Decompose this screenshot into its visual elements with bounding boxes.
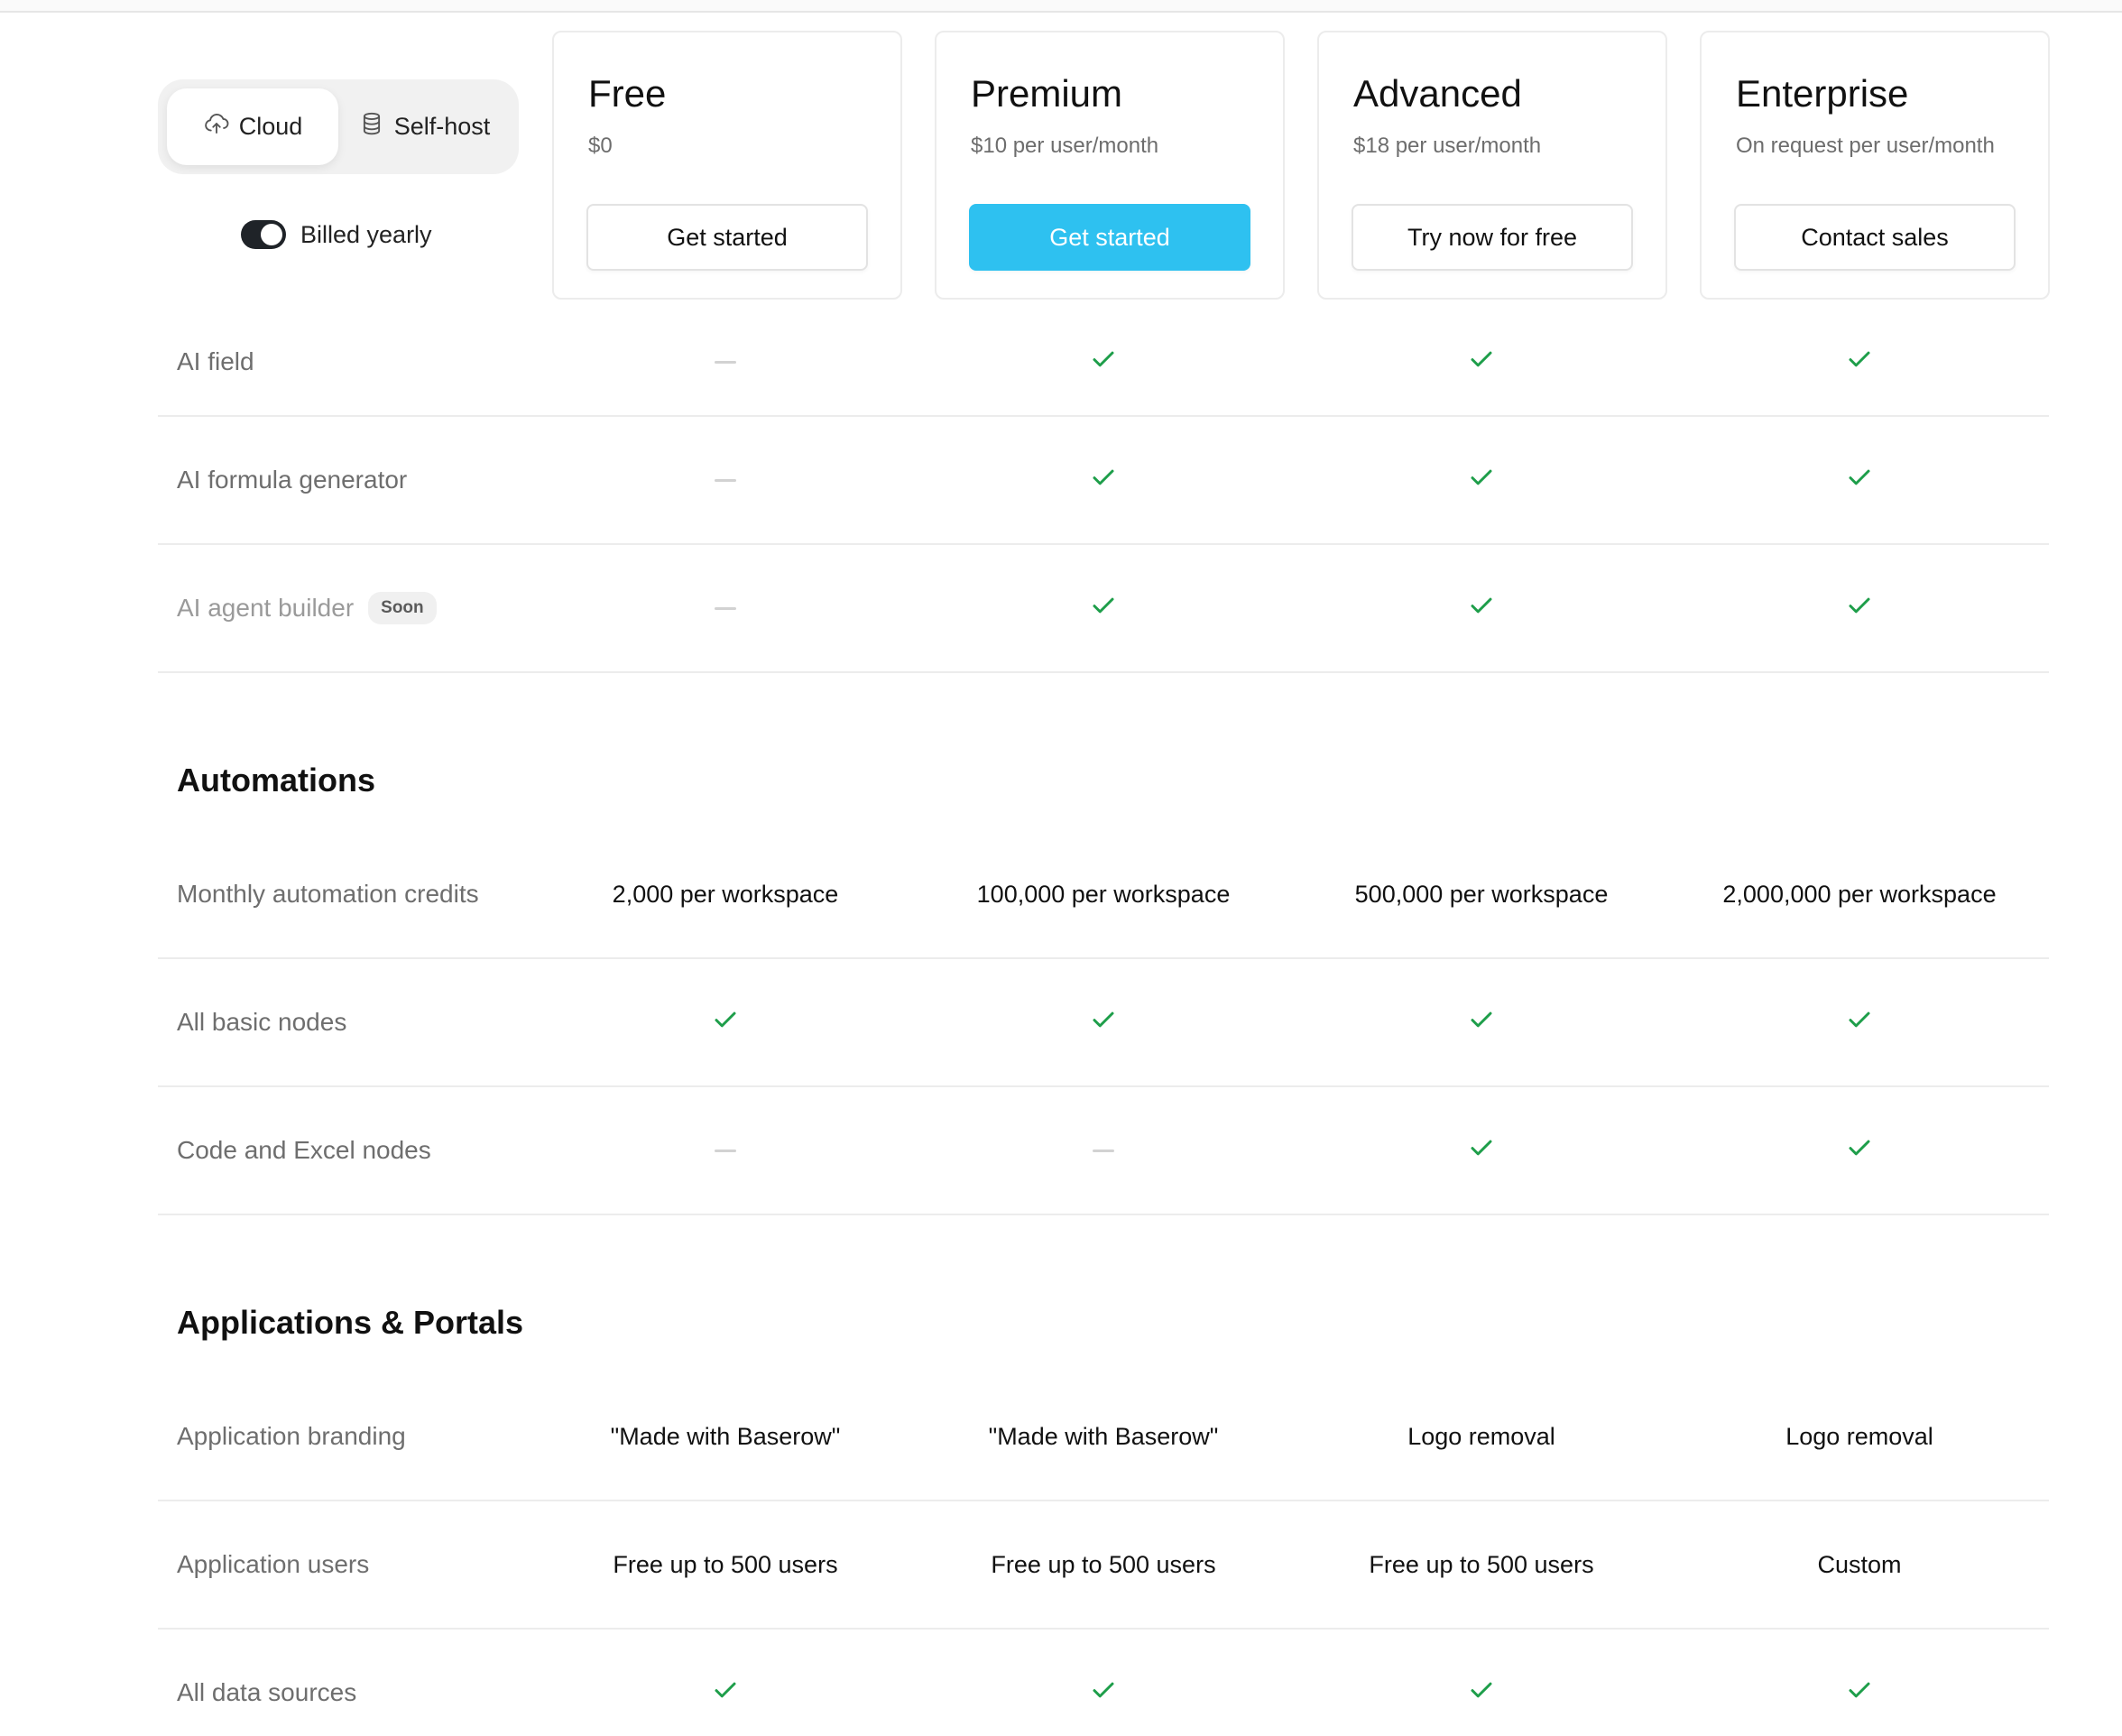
- cloud-option-label: Cloud: [238, 113, 303, 140]
- self-host-option[interactable]: Self-host: [338, 88, 510, 165]
- feature-value: "Made with Baserow": [610, 1422, 841, 1450]
- section-heading: Automations: [158, 673, 2049, 831]
- check-icon: [1292, 1630, 1671, 1736]
- feature-name: Application branding: [177, 1373, 406, 1500]
- plan-card-enterprise: Enterprise On request per user/month Con…: [1700, 31, 2050, 300]
- feature-row: Monthly automation credits 2,000 per work…: [158, 831, 2049, 959]
- free-get-started-button[interactable]: Get started: [586, 204, 868, 271]
- check-icon: [1670, 959, 2049, 1085]
- feature-label: All basic nodes: [177, 1008, 347, 1036]
- feature-row: AI agent builder Soon: [158, 545, 2049, 673]
- plan-name: Free: [588, 72, 667, 115]
- feature-row: AI formula generator: [158, 417, 2049, 545]
- dash-icon: [914, 1087, 1293, 1214]
- check-icon: [1670, 417, 2049, 543]
- feature-label: AI field: [177, 347, 254, 375]
- feature-table: AI field AI formula generator AI agent bui…: [158, 302, 2049, 1736]
- feature-name: All data sources: [177, 1630, 356, 1736]
- feature-name: Code and Excel nodes: [177, 1087, 431, 1214]
- feature-name: Application users: [177, 1501, 369, 1628]
- plan-card-premium: Premium $10 per user/month Get started: [935, 31, 1285, 300]
- feature-name: AI field: [177, 302, 254, 421]
- feature-name: Monthly automation credits: [177, 831, 479, 957]
- check-icon: [536, 959, 915, 1085]
- check-icon: [1670, 545, 2049, 671]
- check-icon: [1292, 302, 1671, 421]
- feature-name: All basic nodes: [177, 959, 346, 1085]
- dash-icon: [536, 1087, 915, 1214]
- pricing-comparison: Cloud Self-host Billed yearly Free $0 Ge…: [158, 0, 2050, 1736]
- plan-card-free: Free $0 Get started: [552, 31, 902, 300]
- check-icon: [1670, 1630, 2049, 1736]
- billing-toggle-group: Billed yearly: [241, 220, 432, 249]
- dash-icon: [536, 417, 915, 543]
- self-host-option-label: Self-host: [393, 113, 491, 140]
- check-icon: [914, 302, 1293, 421]
- deployment-toggle: Cloud Self-host: [158, 79, 519, 174]
- feature-value: "Made with Baserow": [988, 1422, 1219, 1450]
- billed-yearly-switch[interactable]: [241, 220, 286, 249]
- enterprise-contact-sales-button[interactable]: Contact sales: [1734, 204, 2016, 271]
- check-icon: [914, 545, 1293, 671]
- feature-label: Application branding: [177, 1422, 406, 1450]
- check-icon: [1292, 959, 1671, 1085]
- premium-get-started-button[interactable]: Get started: [969, 204, 1250, 271]
- feature-value: 2,000,000 per workspace: [1722, 880, 1997, 908]
- plan-price: $0: [588, 134, 613, 158]
- check-icon: [1670, 1087, 2049, 1214]
- feature-row: All data sources: [158, 1630, 2049, 1736]
- plan-price: $10 per user/month: [971, 134, 1159, 158]
- check-icon: [536, 1630, 915, 1736]
- feature-name: AI formula generator: [177, 417, 407, 543]
- check-icon: [1292, 1087, 1671, 1214]
- check-icon: [1292, 417, 1671, 543]
- feature-label: AI agent builder: [177, 594, 355, 622]
- check-icon: [914, 417, 1293, 543]
- feature-value: Free up to 500 users: [991, 1550, 1216, 1578]
- dash-icon: [536, 545, 915, 671]
- cloud-option[interactable]: Cloud: [167, 88, 338, 165]
- dash-icon: [536, 302, 915, 421]
- feature-label: All data sources: [177, 1678, 357, 1706]
- plan-price: $18 per user/month: [1353, 134, 1542, 158]
- feature-label: AI formula generator: [177, 466, 408, 494]
- check-icon: [1670, 302, 2049, 421]
- plan-name: Enterprise: [1736, 72, 1909, 115]
- feature-value: Logo removal: [1785, 1422, 1933, 1450]
- check-icon: [914, 1630, 1293, 1736]
- database-icon: [358, 110, 385, 143]
- cloud-upload-icon: [203, 110, 230, 143]
- feature-value: 100,000 per workspace: [976, 880, 1231, 908]
- feature-row: Application branding "Made with Baserow" "…: [158, 1373, 2049, 1501]
- feature-row: Code and Excel nodes: [158, 1087, 2049, 1215]
- check-icon: [914, 959, 1293, 1085]
- pricing-header: Cloud Self-host Billed yearly Free $0 Ge…: [158, 0, 2050, 302]
- feature-value: Custom: [1817, 1550, 1902, 1578]
- feature-label: Monthly automation credits: [177, 880, 479, 908]
- feature-label: Application users: [177, 1550, 370, 1578]
- feature-value: 500,000 per workspace: [1354, 880, 1609, 908]
- billed-yearly-label: Billed yearly: [300, 220, 432, 248]
- feature-value: Logo removal: [1407, 1422, 1555, 1450]
- plan-price: On request per user/month: [1736, 134, 1995, 158]
- feature-row: Application users Free up to 500 users Fre…: [158, 1501, 2049, 1630]
- feature-value: Free up to 500 users: [1369, 1550, 1594, 1578]
- plan-name: Advanced: [1353, 72, 1522, 115]
- feature-name: AI agent builder Soon: [177, 545, 437, 671]
- plan-card-advanced: Advanced $18 per user/month Try now for …: [1317, 31, 1667, 300]
- feature-value: Free up to 500 users: [613, 1550, 838, 1578]
- advanced-try-free-button[interactable]: Try now for free: [1352, 204, 1633, 271]
- feature-value: 2,000 per workspace: [612, 880, 839, 908]
- check-icon: [1292, 545, 1671, 671]
- plan-name: Premium: [971, 72, 1123, 115]
- feature-row: All basic nodes: [158, 959, 2049, 1087]
- section-heading: Applications & Portals: [158, 1215, 2049, 1373]
- section-heading-label: Applications & Portals: [177, 1304, 524, 1341]
- section-heading-label: Automations: [177, 762, 375, 799]
- soon-badge: Soon: [368, 592, 437, 624]
- feature-label: Code and Excel nodes: [177, 1136, 431, 1164]
- feature-row: AI field: [158, 302, 2049, 417]
